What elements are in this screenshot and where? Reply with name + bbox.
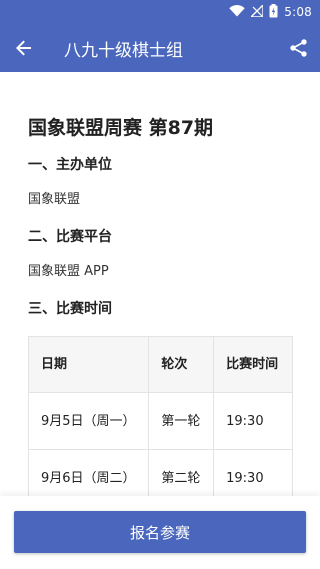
cell-time: 19:30 — [213, 449, 293, 496]
status-icons — [229, 2, 278, 21]
article-title: 国象联盟周赛 第87期 — [28, 117, 214, 139]
section-heading-organizer: 一、主办单位 — [28, 157, 112, 173]
table-header-row: 日期 轮次 比赛时间 — [27, 336, 293, 393]
column-header-date: 日期 — [27, 336, 150, 393]
arrow-back-icon[interactable] — [0, 24, 48, 72]
section-heading-platform: 二、比赛平台 — [28, 229, 112, 245]
share-icon[interactable] — [276, 24, 320, 72]
cell-round: 第一轮 — [148, 392, 215, 450]
section-body-platform: 国象联盟 APP — [28, 264, 109, 279]
table-row: 9月6日（周二） 第二轮 19:30 — [27, 449, 293, 496]
app-bar: 八九十级棋士组 — [0, 24, 320, 72]
cell-date: 9月5日（周一） — [27, 392, 150, 450]
cell-round: 第二轮 — [148, 449, 215, 496]
signup-button[interactable]: 报名参赛 — [14, 511, 306, 553]
table-row: 9月5日（周一） 第一轮 19:30 — [27, 392, 293, 450]
schedule-table: 日期 轮次 比赛时间 9月5日（周一） 第一轮 19:30 9月6日（周二） 第… — [27, 336, 293, 496]
article-content[interactable]: 国象联盟周赛 第87期 一、主办单位 国象联盟 二、比赛平台 国象联盟 APP … — [0, 72, 320, 496]
clock: 5:08 — [284, 5, 312, 19]
status-bar: 5:08 — [0, 0, 320, 24]
column-header-time: 比赛时间 — [213, 336, 293, 393]
section-body-organizer: 国象联盟 — [28, 192, 81, 207]
cell-date: 9月6日（周二） — [27, 449, 150, 496]
battery-icon — [269, 3, 278, 21]
wifi-icon — [229, 4, 245, 20]
cell-time: 19:30 — [213, 392, 293, 450]
signal-icon — [249, 2, 264, 20]
column-header-round: 轮次 — [148, 336, 215, 393]
page-title: 八九十级棋士组 — [64, 40, 183, 61]
bottom-bar: 报名参赛 — [0, 496, 320, 569]
section-heading-time: 三、比赛时间 — [28, 301, 112, 317]
